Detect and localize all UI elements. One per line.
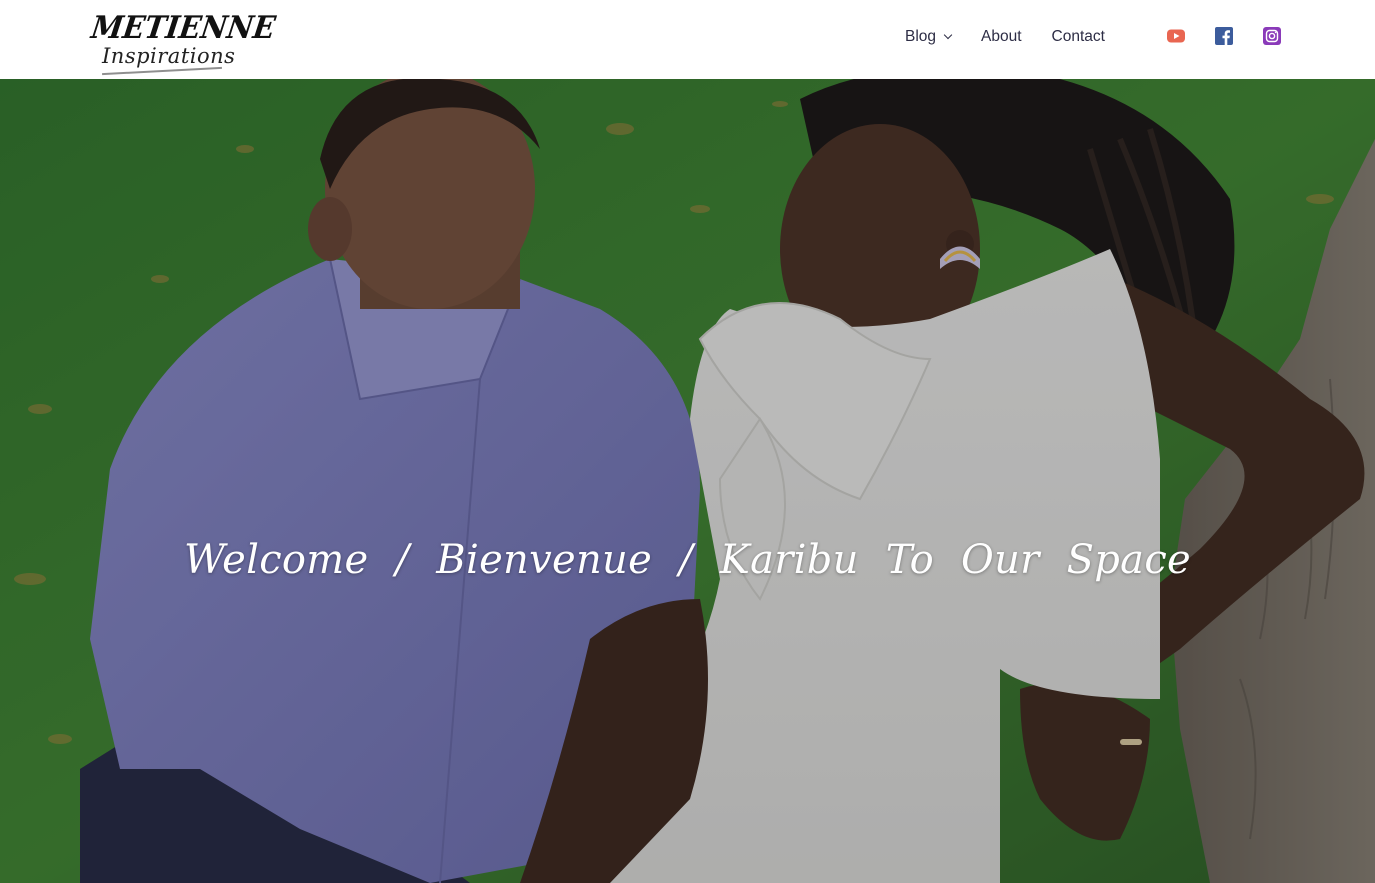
nav-item-label: Contact: [1051, 27, 1105, 45]
facebook-link[interactable]: [1215, 27, 1233, 45]
nav-item-about[interactable]: About: [966, 0, 1037, 73]
youtube-link[interactable]: [1167, 27, 1185, 45]
hero-section: Welcome / Bienvenue / Karibu To Our Spac…: [0, 79, 1375, 883]
logo-tagline: Inspirations: [102, 44, 236, 68]
facebook-icon: [1215, 27, 1233, 45]
hero-title: Welcome / Bienvenue / Karibu To Our Spac…: [183, 537, 1192, 583]
site-header: METIENNE Inspirations Blog About Contact: [0, 0, 1375, 79]
nav-item-blog[interactable]: Blog: [890, 0, 966, 73]
logo-swash: [102, 66, 222, 76]
social-links: [1167, 27, 1281, 45]
nav-item-label: About: [981, 27, 1022, 45]
instagram-link[interactable]: [1263, 27, 1281, 45]
instagram-icon: [1263, 27, 1281, 45]
main-navigation: Blog About Contact: [890, 0, 1120, 73]
logo-wordmark: METIENNE: [88, 10, 278, 46]
nav-item-contact[interactable]: Contact: [1037, 0, 1120, 73]
site-logo[interactable]: METIENNE Inspirations: [89, 10, 277, 76]
hero-overlay: [0, 79, 1375, 883]
nav-item-label: Blog: [905, 27, 937, 45]
youtube-icon: [1167, 29, 1185, 43]
chevron-down-icon[interactable]: [943, 30, 953, 40]
